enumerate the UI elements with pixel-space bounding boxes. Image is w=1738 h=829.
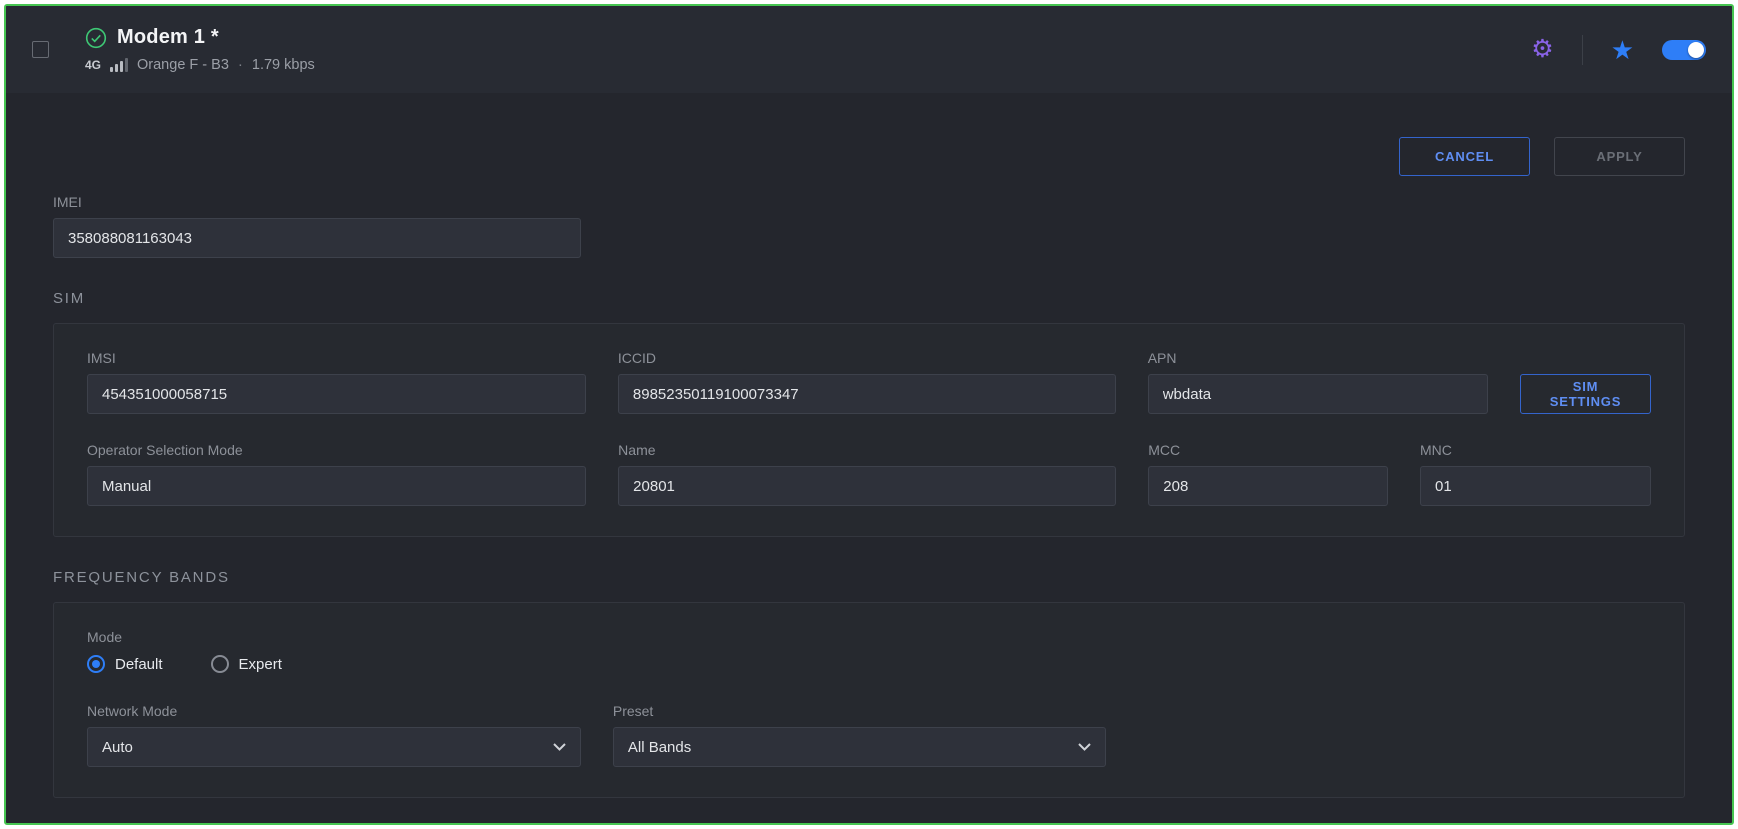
operator-name-input[interactable] bbox=[618, 466, 1116, 506]
preset-select[interactable]: All Bands bbox=[613, 727, 1106, 767]
mode-radio-default-label: Default bbox=[115, 656, 163, 673]
radio-circle-icon bbox=[211, 655, 229, 673]
apn-field: APN bbox=[1148, 350, 1488, 414]
network-mode-select[interactable]: Auto bbox=[87, 727, 581, 767]
apn-label: APN bbox=[1148, 350, 1488, 366]
mcc-field: MCC bbox=[1148, 442, 1388, 506]
imsi-label: IMSI bbox=[87, 350, 586, 366]
modem-header: Modem 1 * 4G Orange F - B3 · 1.79 kbps ⚙… bbox=[6, 6, 1732, 93]
preset-value: All Bands bbox=[628, 739, 691, 756]
mnc-label: MNC bbox=[1420, 442, 1651, 458]
header-divider bbox=[1582, 35, 1583, 65]
frequency-bands-panel: Mode Default Expert Network Mode Auto bbox=[53, 602, 1685, 798]
iccid-label: ICCID bbox=[618, 350, 1116, 366]
network-mode-field: Network Mode Auto bbox=[87, 703, 581, 767]
sim-section-title: SIM bbox=[53, 290, 1685, 307]
modem-title-block: Modem 1 * 4G Orange F - B3 · 1.79 kbps bbox=[85, 26, 315, 73]
chevron-down-icon bbox=[553, 743, 566, 751]
imei-label: IMEI bbox=[53, 194, 581, 210]
speed-label: 1.79 kbps bbox=[252, 57, 315, 73]
preset-field: Preset All Bands bbox=[613, 703, 1106, 767]
mode-radio-expert[interactable]: Expert bbox=[211, 655, 282, 673]
operator-name-label: Name bbox=[618, 442, 1116, 458]
apn-input[interactable] bbox=[1148, 374, 1488, 414]
radio-circle-icon bbox=[87, 655, 105, 673]
frequency-bands-section-title: FREQUENCY BANDS bbox=[53, 569, 1685, 586]
toggle-knob bbox=[1688, 42, 1704, 58]
signal-strength-icon bbox=[110, 58, 128, 72]
operator-selection-mode-label: Operator Selection Mode bbox=[87, 442, 586, 458]
iccid-input[interactable] bbox=[618, 374, 1116, 414]
network-type-label: 4G bbox=[85, 58, 101, 72]
mnc-input[interactable] bbox=[1420, 466, 1651, 506]
mode-radio-default[interactable]: Default bbox=[87, 655, 163, 673]
apply-button[interactable]: APPLY bbox=[1554, 137, 1685, 176]
operator-name-field: Name bbox=[618, 442, 1116, 506]
modem-card: Modem 1 * 4G Orange F - B3 · 1.79 kbps ⚙… bbox=[4, 4, 1734, 825]
form-actions: CANCEL APPLY bbox=[53, 93, 1685, 176]
imsi-input[interactable] bbox=[87, 374, 586, 414]
select-modem-checkbox[interactable] bbox=[32, 41, 49, 58]
imei-input[interactable] bbox=[53, 218, 581, 258]
sim-panel: IMSI ICCID APN SIM SETTINGS Operator Sel… bbox=[53, 323, 1685, 537]
imei-field: IMEI bbox=[53, 194, 581, 258]
mnc-field: MNC bbox=[1420, 442, 1651, 506]
mode-radio-expert-label: Expert bbox=[239, 656, 282, 673]
sim-settings-button[interactable]: SIM SETTINGS bbox=[1520, 374, 1651, 414]
operator-selection-mode-input[interactable] bbox=[87, 466, 586, 506]
separator-dot: · bbox=[238, 56, 243, 73]
network-mode-label: Network Mode bbox=[87, 703, 581, 719]
mcc-label: MCC bbox=[1148, 442, 1388, 458]
preset-label: Preset bbox=[613, 703, 1106, 719]
mode-label: Mode bbox=[87, 629, 1651, 645]
network-mode-value: Auto bbox=[102, 739, 133, 756]
modem-title: Modem 1 * bbox=[117, 26, 219, 49]
cancel-button[interactable]: CANCEL bbox=[1399, 137, 1530, 176]
modem-enable-toggle[interactable] bbox=[1662, 40, 1706, 60]
gear-icon[interactable]: ⚙ bbox=[1531, 37, 1553, 62]
imsi-field: IMSI bbox=[87, 350, 586, 414]
modem-settings-content: CANCEL APPLY IMEI SIM IMSI ICCID APN bbox=[6, 93, 1732, 823]
header-actions: ⚙ ★ bbox=[1531, 35, 1706, 65]
status-ok-icon bbox=[85, 27, 107, 49]
favorite-star-icon[interactable]: ★ bbox=[1611, 37, 1634, 63]
operator-selection-mode-field: Operator Selection Mode bbox=[87, 442, 586, 506]
mcc-input[interactable] bbox=[1148, 466, 1388, 506]
chevron-down-icon bbox=[1078, 743, 1091, 751]
iccid-field: ICCID bbox=[618, 350, 1116, 414]
mode-radio-group: Default Expert bbox=[87, 655, 1651, 673]
operator-label: Orange F - B3 bbox=[137, 57, 229, 73]
